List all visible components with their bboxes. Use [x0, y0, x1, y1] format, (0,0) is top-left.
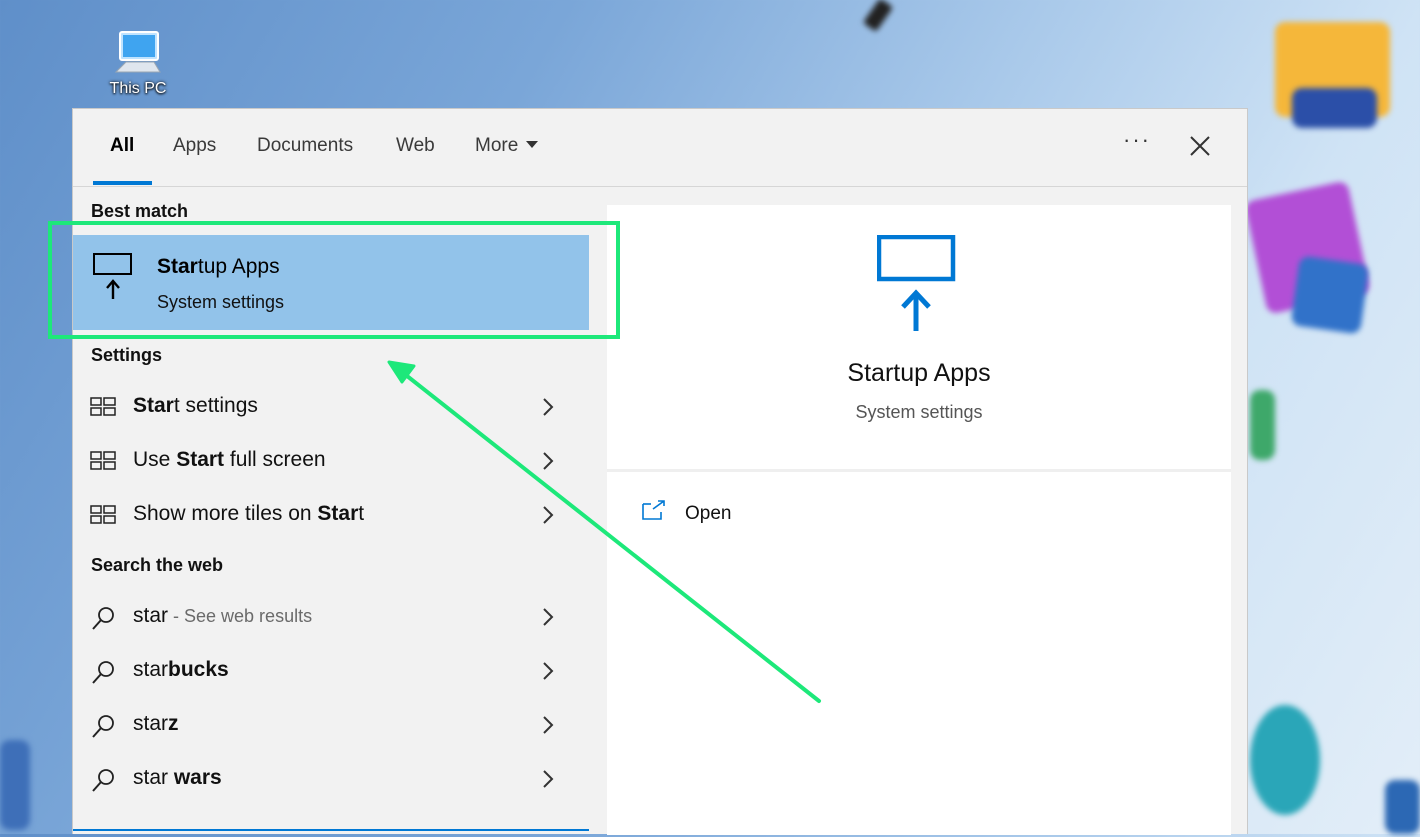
- web-result-starz[interactable]: starz: [73, 701, 589, 749]
- settings-item-more-tiles[interactable]: Show more tiles on Start: [73, 491, 589, 539]
- open-label: Open: [685, 503, 732, 524]
- search-box-edge: [73, 829, 589, 837]
- web-result-label: star - See web results: [133, 604, 312, 628]
- label-bold: Start: [176, 448, 225, 471]
- bg-left-shape: [0, 740, 30, 830]
- web-result-star-wars[interactable]: star wars: [73, 755, 589, 803]
- section-settings: Settings: [91, 345, 163, 365]
- label-post: full screen: [224, 448, 326, 471]
- bg-edge-shape: [1250, 705, 1320, 815]
- preview-subtitle: System settings: [855, 402, 983, 422]
- label-pre: star: [133, 766, 174, 789]
- bg-folder-shape-dark: [1292, 88, 1377, 128]
- label-pre: star: [133, 604, 169, 627]
- web-result-label: starbucks: [133, 658, 229, 682]
- web-result-label: star wars: [133, 766, 222, 790]
- search-icon: [92, 661, 114, 684]
- more-options-button[interactable]: ···: [1123, 127, 1151, 153]
- bg-blue-shape: [1290, 255, 1370, 335]
- web-result-star[interactable]: star - See web results: [73, 593, 589, 641]
- open-external-icon: [642, 500, 665, 520]
- tab-documents[interactable]: Documents: [257, 135, 353, 157]
- label-bold: Star: [133, 394, 174, 417]
- tab-more-label: More: [475, 135, 519, 156]
- chevron-right-icon: [543, 398, 554, 416]
- tab-all[interactable]: All: [110, 135, 134, 157]
- chevron-right-icon: [543, 506, 554, 524]
- desktop-icon-label: This PC: [109, 80, 167, 97]
- best-match-startup-apps[interactable]: Startup Apps System settings: [73, 235, 589, 330]
- preview-pane: Startup Apps System settings Open: [607, 205, 1231, 835]
- settings-item-label: Start settings: [133, 394, 258, 418]
- label-pre: star: [133, 712, 169, 735]
- label-bold: Star: [317, 502, 359, 525]
- tab-more[interactable]: More: [475, 135, 539, 157]
- startup-apps-large-icon: [877, 235, 956, 331]
- settings-item-label: Show more tiles on Start: [133, 502, 364, 526]
- best-match-title-rest: tup Apps: [197, 255, 280, 278]
- chevron-right-icon: [543, 716, 554, 734]
- desktop-icon-this-pc[interactable]: This PC: [98, 28, 178, 98]
- tab-web[interactable]: Web: [396, 135, 435, 157]
- best-match-title-bold: Star: [157, 255, 198, 278]
- search-icon: [92, 715, 114, 738]
- settings-tiles-icon: [90, 451, 116, 470]
- settings-item-start-settings[interactable]: Start settings: [73, 383, 589, 431]
- bg-green-shape: [1250, 390, 1275, 460]
- best-match-title: Startup Apps: [157, 255, 280, 279]
- label-post: t settings: [173, 394, 258, 417]
- label-pre: Show more tiles on: [133, 502, 318, 525]
- label-bold: wars: [173, 766, 222, 789]
- label-suffix: - See web results: [168, 606, 313, 626]
- search-icon: [92, 607, 114, 630]
- search-icon: [92, 769, 114, 792]
- preview-header: Startup Apps System settings: [607, 205, 1231, 472]
- best-match-subtitle: System settings: [157, 292, 285, 312]
- label-bold: bucks: [168, 658, 229, 681]
- label-pre: star: [133, 658, 169, 681]
- bg-right-shape: [1385, 780, 1420, 834]
- settings-item-start-full-screen[interactable]: Use Start full screen: [73, 437, 589, 485]
- bg-dark-stroke: [862, 0, 894, 32]
- label-pre: Use: [133, 448, 177, 471]
- settings-tiles-icon: [90, 505, 116, 524]
- web-result-label: starz: [133, 712, 179, 736]
- search-tabs: All Apps Documents Web More ···: [73, 109, 1247, 187]
- preview-title: Startup Apps: [847, 359, 991, 387]
- web-result-starbucks[interactable]: starbucks: [73, 647, 589, 695]
- section-best-match: Best match: [91, 201, 189, 221]
- label-post: t: [358, 502, 365, 525]
- caret-down-icon: [526, 141, 539, 148]
- label-bold: z: [168, 712, 179, 735]
- settings-item-label: Use Start full screen: [133, 448, 326, 472]
- chevron-right-icon: [543, 770, 554, 788]
- close-icon[interactable]: [1185, 131, 1215, 161]
- chevron-right-icon: [543, 608, 554, 626]
- settings-tiles-icon: [90, 397, 116, 416]
- startup-apps-icon: [93, 253, 132, 299]
- tab-apps[interactable]: Apps: [173, 135, 216, 157]
- search-panel: All Apps Documents Web More ··· Best mat…: [72, 108, 1248, 837]
- monitor-icon: [114, 31, 161, 73]
- chevron-right-icon: [543, 452, 554, 470]
- section-search-the-web: Search the web: [91, 555, 224, 575]
- chevron-right-icon: [543, 662, 554, 680]
- active-tab-indicator: [93, 181, 152, 185]
